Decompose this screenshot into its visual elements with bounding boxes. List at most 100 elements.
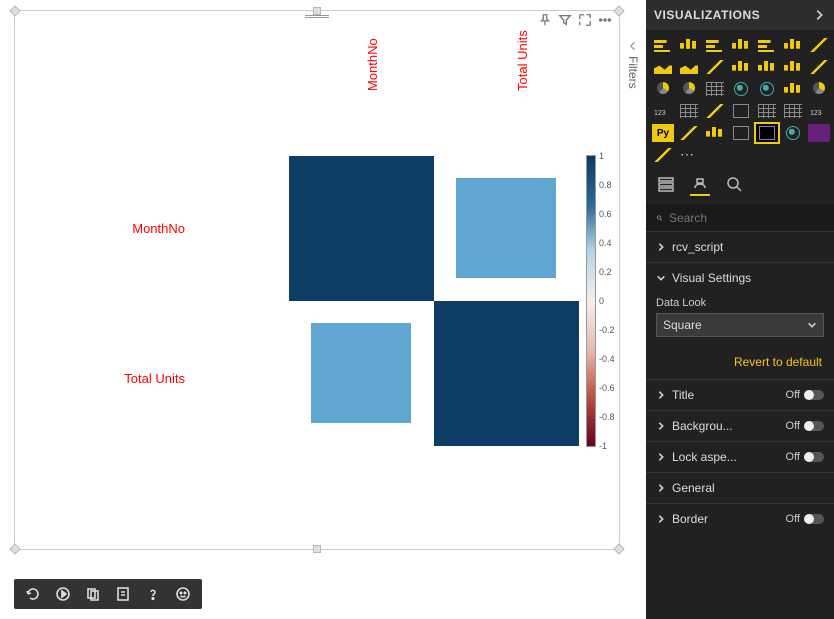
resize-handle[interactable] bbox=[613, 543, 624, 554]
heatmap-cell bbox=[456, 178, 556, 278]
focus-mode-icon[interactable] bbox=[577, 12, 593, 28]
search-row bbox=[646, 205, 834, 231]
viz-table-icon[interactable] bbox=[756, 102, 778, 120]
filters-pane-collapsed[interactable]: Filters bbox=[624, 40, 642, 120]
viz-donut-icon[interactable] bbox=[678, 80, 700, 98]
heatmap-cell bbox=[434, 301, 579, 446]
viz-stacked-bar-icon[interactable] bbox=[652, 36, 674, 54]
viz-funnel-icon[interactable] bbox=[782, 80, 804, 98]
search-icon bbox=[656, 211, 663, 225]
viz-qna-icon[interactable] bbox=[730, 124, 752, 142]
viz-custom-selected-icon[interactable] bbox=[756, 124, 778, 142]
section-visual-settings[interactable]: Visual Settings bbox=[646, 263, 834, 293]
lock-aspect-toggle[interactable]: Off bbox=[786, 451, 824, 463]
section-border[interactable]: Border Off bbox=[646, 504, 834, 534]
filters-label: Filters bbox=[626, 56, 640, 89]
visual-container[interactable]: MonthNo Total Units MonthNo Total Units … bbox=[14, 10, 620, 550]
viz-slicer-icon[interactable] bbox=[730, 102, 752, 120]
viz-100-bar-icon[interactable] bbox=[756, 36, 778, 54]
colorbar-tick: -0.6 bbox=[599, 383, 615, 393]
viz-filled-map-icon[interactable] bbox=[756, 80, 778, 98]
viz-waterfall-icon[interactable] bbox=[782, 58, 804, 76]
colorbar bbox=[587, 156, 595, 446]
analytics-tab-icon[interactable] bbox=[724, 176, 744, 196]
play-icon[interactable] bbox=[54, 585, 72, 603]
viz-decomposition-icon[interactable] bbox=[704, 124, 726, 142]
correlation-heatmap: MonthNo Total Units MonthNo Total Units … bbox=[195, 96, 615, 476]
viz-key-influencers-icon[interactable] bbox=[678, 124, 700, 142]
visual-header bbox=[533, 10, 617, 30]
viz-scatter-icon[interactable] bbox=[808, 58, 830, 76]
row-label: Total Units bbox=[95, 371, 185, 386]
viz-100-column-icon[interactable] bbox=[782, 36, 804, 54]
data-look-select[interactable]: Square bbox=[656, 313, 824, 337]
data-look-label: Data Look bbox=[656, 297, 824, 309]
viz-map-icon[interactable] bbox=[730, 80, 752, 98]
viz-area-icon[interactable] bbox=[652, 58, 674, 76]
panel-header: VISUALIZATIONS bbox=[646, 0, 834, 30]
section-background[interactable]: Backgrou... Off bbox=[646, 411, 834, 441]
viz-clustered-column-icon[interactable] bbox=[730, 36, 752, 54]
viz-r-icon[interactable] bbox=[808, 102, 830, 120]
section-rcv-script[interactable]: rcv_script bbox=[646, 232, 834, 262]
title-toggle[interactable]: Off bbox=[786, 389, 824, 401]
format-tab-icon[interactable] bbox=[690, 176, 710, 196]
background-toggle[interactable]: Off bbox=[786, 420, 824, 432]
viz-line-stacked-icon[interactable] bbox=[704, 58, 726, 76]
panel-title: VISUALIZATIONS bbox=[654, 8, 760, 22]
resize-handle[interactable] bbox=[313, 7, 321, 15]
viz-stacked-column-icon[interactable] bbox=[678, 36, 700, 54]
refresh-icon[interactable] bbox=[24, 585, 42, 603]
copy-icon[interactable] bbox=[84, 585, 102, 603]
viz-card-icon[interactable] bbox=[652, 102, 674, 120]
viz-arcgis-icon[interactable] bbox=[782, 124, 804, 142]
viz-paginated-icon[interactable] bbox=[652, 146, 674, 164]
resize-handle[interactable] bbox=[9, 5, 20, 16]
report-canvas[interactable]: MonthNo Total Units MonthNo Total Units … bbox=[0, 0, 632, 560]
viz-treemap-icon[interactable] bbox=[704, 80, 726, 98]
viz-kpi-icon[interactable] bbox=[704, 102, 726, 120]
heatmap-cell bbox=[311, 323, 411, 423]
colorbar-tick: -0.4 bbox=[599, 354, 615, 364]
section-lock-aspect[interactable]: Lock aspe... Off bbox=[646, 442, 834, 472]
border-toggle[interactable]: Off bbox=[786, 513, 824, 525]
section-title[interactable]: Title Off bbox=[646, 380, 834, 410]
export-icon[interactable] bbox=[114, 585, 132, 603]
filter-icon[interactable] bbox=[557, 12, 573, 28]
column-label: Total Units bbox=[515, 30, 530, 91]
help-icon[interactable] bbox=[144, 585, 162, 603]
bottom-toolbar bbox=[14, 579, 202, 609]
viz-pie-icon[interactable] bbox=[652, 80, 674, 98]
viz-matrix-icon[interactable] bbox=[782, 102, 804, 120]
chevron-right-icon[interactable] bbox=[812, 8, 826, 22]
viz-gauge-icon[interactable] bbox=[808, 80, 830, 98]
viz-more-icon[interactable] bbox=[678, 146, 700, 164]
revert-to-default-link[interactable]: Revert to default bbox=[646, 345, 834, 379]
viz-gallery: Py bbox=[646, 30, 834, 170]
chevron-left-icon bbox=[627, 40, 639, 52]
viz-line-clustered-icon[interactable] bbox=[730, 58, 752, 76]
resize-handle[interactable] bbox=[313, 545, 321, 553]
viz-py-icon[interactable]: Py bbox=[652, 124, 674, 142]
search-input[interactable] bbox=[669, 211, 824, 225]
colorbar-tick: -0.8 bbox=[599, 412, 615, 422]
viz-stacked-area-icon[interactable] bbox=[678, 58, 700, 76]
row-label: MonthNo bbox=[95, 221, 185, 236]
resize-handle[interactable] bbox=[9, 543, 20, 554]
viz-clustered-bar-icon[interactable] bbox=[704, 36, 726, 54]
fields-tab-icon[interactable] bbox=[656, 176, 676, 196]
visualizations-panel: VISUALIZATIONS Py bbox=[646, 0, 834, 619]
pin-icon[interactable] bbox=[537, 12, 553, 28]
column-label: MonthNo bbox=[365, 38, 380, 91]
viz-powerapps-icon[interactable] bbox=[808, 124, 830, 142]
heatmap-cell bbox=[289, 156, 434, 301]
viz-multi-card-icon[interactable] bbox=[678, 102, 700, 120]
viz-line-icon[interactable] bbox=[808, 36, 830, 54]
colorbar-tick: 1 bbox=[599, 151, 604, 161]
colorbar-tick: -0.2 bbox=[599, 325, 615, 335]
section-general[interactable]: General bbox=[646, 473, 834, 503]
smile-icon[interactable] bbox=[174, 585, 192, 603]
colorbar-tick: 0.6 bbox=[599, 209, 612, 219]
more-options-icon[interactable] bbox=[597, 12, 613, 28]
viz-ribbon-icon[interactable] bbox=[756, 58, 778, 76]
